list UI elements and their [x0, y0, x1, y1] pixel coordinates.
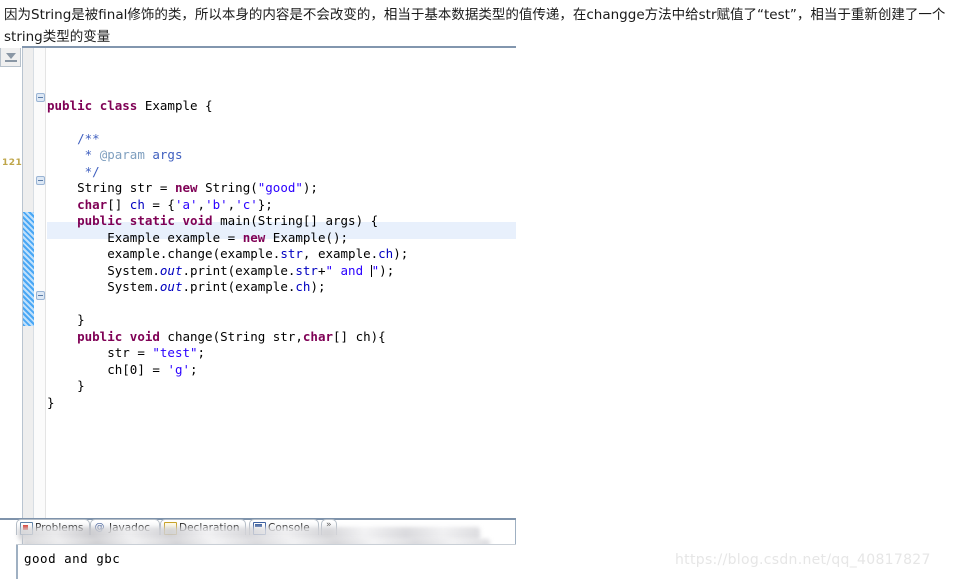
- code-text-area[interactable]: public class Example { /** * @param args…: [47, 48, 516, 518]
- editor-gutter[interactable]: 121: [0, 68, 22, 518]
- code-editor[interactable]: 121 public class Example { /** * @param …: [0, 46, 516, 564]
- code-line[interactable]: ch[0] = 'g';: [47, 362, 516, 379]
- code-line[interactable]: [47, 296, 516, 313]
- watermark-url: https://blog.csdn.net/qq_40817827: [675, 552, 931, 568]
- annotation-ruler-toggle-bar: [5, 60, 17, 62]
- console-output-text: good and gbc: [24, 551, 121, 566]
- screenshot-root: 因为String是被final修饰的类，所以本身的内容是不会改变的，相当于基本数…: [0, 0, 958, 579]
- code-line[interactable]: example.change(example.str, example.ch);: [47, 246, 516, 263]
- gutter-line-number: 121: [2, 158, 23, 168]
- code-line[interactable]: System.out.print(example.ch);: [47, 279, 516, 296]
- collapse-fold-icon[interactable]: [36, 176, 45, 185]
- code-line[interactable]: }: [47, 312, 516, 329]
- code-line[interactable]: Example example = new Example();: [47, 230, 516, 247]
- code-line[interactable]: }: [47, 395, 516, 412]
- editor-fold-column[interactable]: [34, 48, 46, 518]
- code-line[interactable]: * @param args: [47, 147, 516, 164]
- code-line[interactable]: }: [47, 378, 516, 395]
- code-line[interactable]: String str = new String("good");: [47, 180, 516, 197]
- code-line[interactable]: public void change(String str,char[] ch)…: [47, 329, 516, 346]
- code-line[interactable]: */: [47, 164, 516, 181]
- code-line[interactable]: [47, 114, 516, 131]
- annotation-paragraph: 因为String是被final修饰的类，所以本身的内容是不会改变的，相当于基本数…: [4, 7, 946, 45]
- code-line[interactable]: str = "test";: [47, 345, 516, 362]
- code-line[interactable]: public static void main(String[] args) {: [47, 213, 516, 230]
- code-line[interactable]: System.out.print(example.str+" and ");: [47, 263, 516, 280]
- annotation-ruler-toggle-icon: [6, 53, 16, 59]
- code-line[interactable]: /**: [47, 131, 516, 148]
- code-line[interactable]: char[] ch = {'a','b','c'};: [47, 197, 516, 214]
- collapse-fold-icon[interactable]: [36, 93, 45, 102]
- annotation-ruler-toggle-button[interactable]: [0, 48, 21, 67]
- editor-overview-marker: [23, 212, 34, 326]
- collapse-fold-icon[interactable]: [36, 291, 45, 300]
- code-line[interactable]: public class Example {: [47, 98, 516, 115]
